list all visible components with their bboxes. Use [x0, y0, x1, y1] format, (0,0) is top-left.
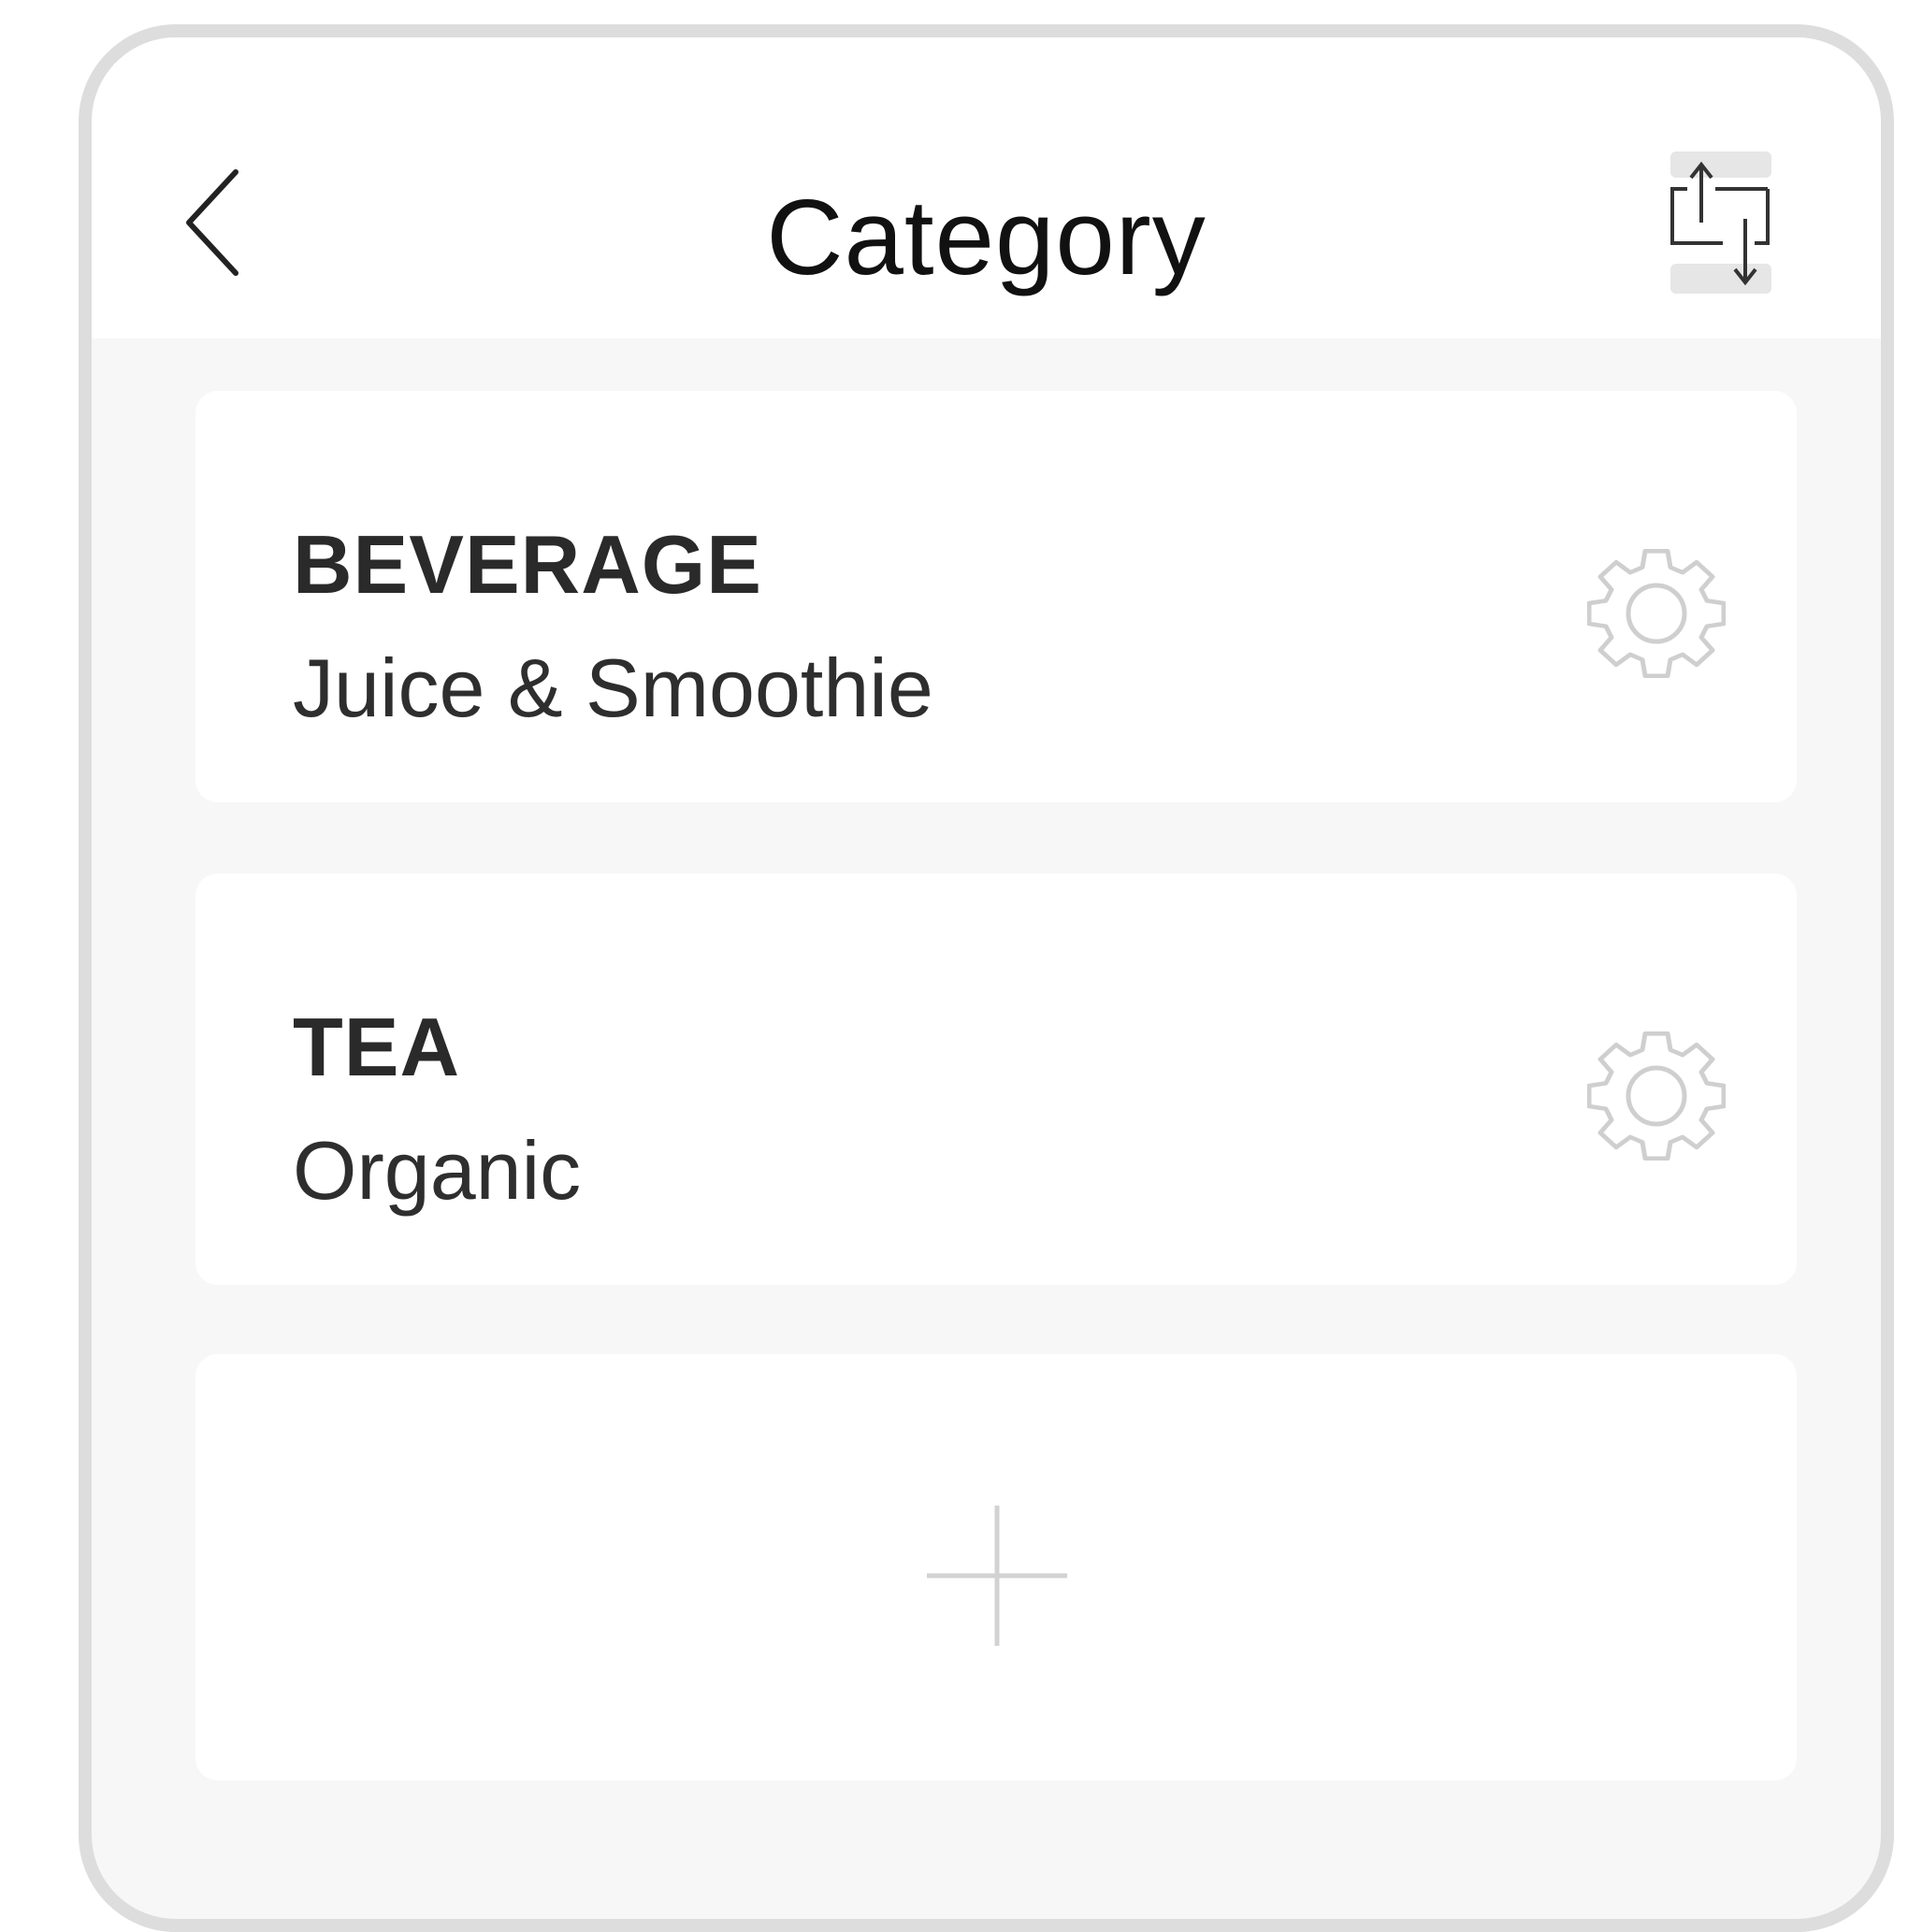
phone-frame: Category BEVERAGE Juice & Smoothie TEA O… — [79, 24, 1894, 1932]
plus-icon — [925, 1504, 1069, 1648]
category-card[interactable]: TEA Organic — [195, 873, 1797, 1285]
category-settings-button[interactable] — [1587, 544, 1726, 683]
category-settings-button[interactable] — [1587, 1027, 1726, 1165]
category-title: BEVERAGE — [293, 518, 762, 611]
page-title: Category — [766, 179, 1207, 297]
gear-icon — [1587, 1031, 1726, 1161]
sort-transfer-icon — [1670, 151, 1771, 294]
category-card[interactable]: BEVERAGE Juice & Smoothie — [195, 391, 1797, 802]
category-subtitle: Juice & Smoothie — [293, 642, 933, 734]
gear-icon — [1587, 549, 1726, 679]
category-title: TEA — [293, 1001, 460, 1093]
app-header: Category — [92, 37, 1881, 339]
sort-button[interactable] — [1667, 151, 1773, 294]
add-category-button[interactable] — [195, 1354, 1797, 1781]
category-subtitle: Organic — [293, 1124, 582, 1217]
